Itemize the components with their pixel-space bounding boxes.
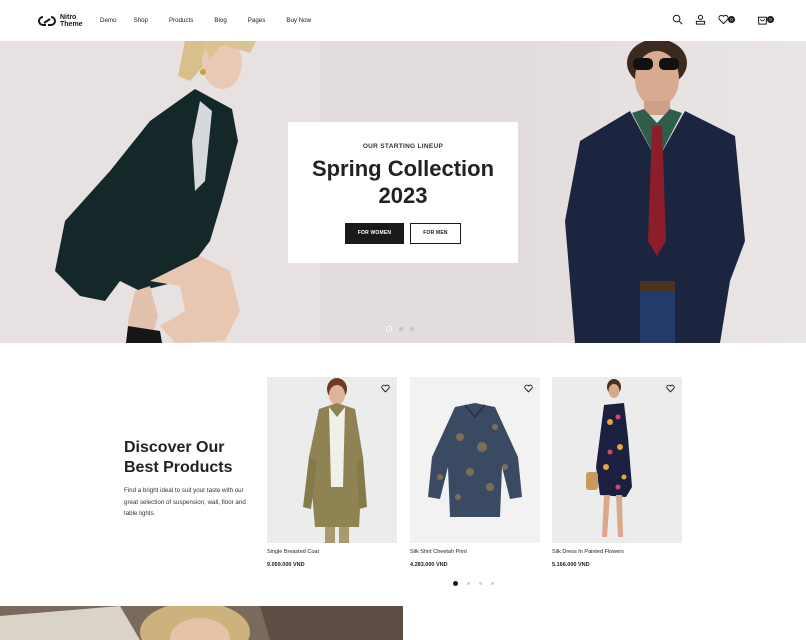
- bottom-banner-image: [0, 606, 403, 640]
- hero-eyebrow: OUR STARTING LINEUP: [362, 143, 444, 150]
- shirt-image: [428, 403, 522, 517]
- logo-text: Nitro Theme: [60, 14, 86, 28]
- wishlist-heart-icon[interactable]: [524, 384, 533, 393]
- coat-model-image: [303, 378, 367, 543]
- wishlist-heart-icon[interactable]: [666, 384, 675, 393]
- product-card[interactable]: Silk Dress In Painted Flowers 5.166.000 …: [552, 377, 682, 568]
- hero-left-image: [0, 41, 320, 343]
- header-icons: 0 0: [671, 13, 774, 26]
- user-icon[interactable]: [694, 13, 707, 26]
- promo-block: Discover Our Best Products Find a bright…: [124, 438, 254, 520]
- man-model-image: [565, 41, 745, 343]
- site-header: Nitro Theme Demo Shop Products Blog Page…: [0, 0, 806, 41]
- nav-pages[interactable]: Pages: [248, 17, 266, 24]
- product-price: 4.283.000 VND: [410, 562, 448, 568]
- cart-count-badge: 0: [767, 16, 774, 23]
- cart-icon[interactable]: 0: [756, 13, 774, 26]
- logo[interactable]: Nitro Theme: [38, 14, 86, 28]
- dress-model-image: [586, 379, 632, 537]
- promo-description: Find a bright ideal to suit your taste w…: [124, 487, 246, 517]
- hero-title: Spring Collection 2023: [311, 156, 495, 208]
- slide-dot-3[interactable]: [410, 327, 414, 331]
- nav-blog[interactable]: Blog: [214, 17, 226, 24]
- hero-slider-dots: [386, 326, 414, 332]
- main-nav: Demo Shop Products Blog Pages Buy Now: [100, 17, 332, 24]
- product-name[interactable]: Single Breasted Coat: [267, 549, 397, 555]
- wishlist-count-badge: 0: [728, 16, 735, 23]
- product-image[interactable]: [552, 377, 682, 543]
- product-name[interactable]: Silk Dress In Painted Flowers: [552, 549, 682, 555]
- promo-title: Discover Our Best Products: [124, 439, 233, 476]
- hero-right-image: [520, 41, 806, 343]
- logo-line2: Theme: [60, 20, 83, 28]
- product-price: 9.059.000 VND: [267, 562, 305, 568]
- product-carousel-dots: [453, 581, 494, 586]
- logo-icon: [38, 15, 56, 26]
- wishlist-heart-icon[interactable]: [381, 384, 390, 393]
- nav-shop[interactable]: Shop: [134, 17, 148, 24]
- carousel-dot-1[interactable]: [453, 581, 458, 586]
- search-icon[interactable]: [671, 13, 684, 26]
- hero-card: OUR STARTING LINEUP Spring Collection 20…: [288, 122, 518, 263]
- woman-model-image: [55, 41, 256, 343]
- logo-line1: Nitro: [60, 13, 77, 21]
- slide-dot-2[interactable]: [399, 327, 403, 331]
- heart-icon[interactable]: 0: [717, 13, 735, 26]
- for-men-button[interactable]: FOR MEN: [410, 223, 461, 244]
- product-price: 5.166.000 VND: [552, 562, 590, 568]
- banner-model-image: [0, 606, 403, 640]
- carousel-dot-4[interactable]: [491, 582, 494, 585]
- nav-buy-now[interactable]: Buy Now: [286, 17, 311, 24]
- hero-slider: OUR STARTING LINEUP Spring Collection 20…: [0, 41, 806, 343]
- product-image[interactable]: [267, 377, 397, 543]
- nav-demo[interactable]: Demo: [100, 17, 117, 24]
- carousel-dot-2[interactable]: [467, 582, 470, 585]
- product-name[interactable]: Silk Shirt Cheetah Print: [410, 549, 540, 555]
- product-card[interactable]: Single Breasted Coat 9.059.000 VND: [267, 377, 397, 568]
- for-women-button[interactable]: FOR WOMEN: [345, 223, 404, 244]
- product-card[interactable]: Silk Shirt Cheetah Print 4.283.000 VND: [410, 377, 540, 568]
- slide-dot-1[interactable]: [386, 326, 392, 332]
- carousel-dot-3[interactable]: [479, 582, 482, 585]
- nav-products[interactable]: Products: [169, 17, 193, 24]
- product-image[interactable]: [410, 377, 540, 543]
